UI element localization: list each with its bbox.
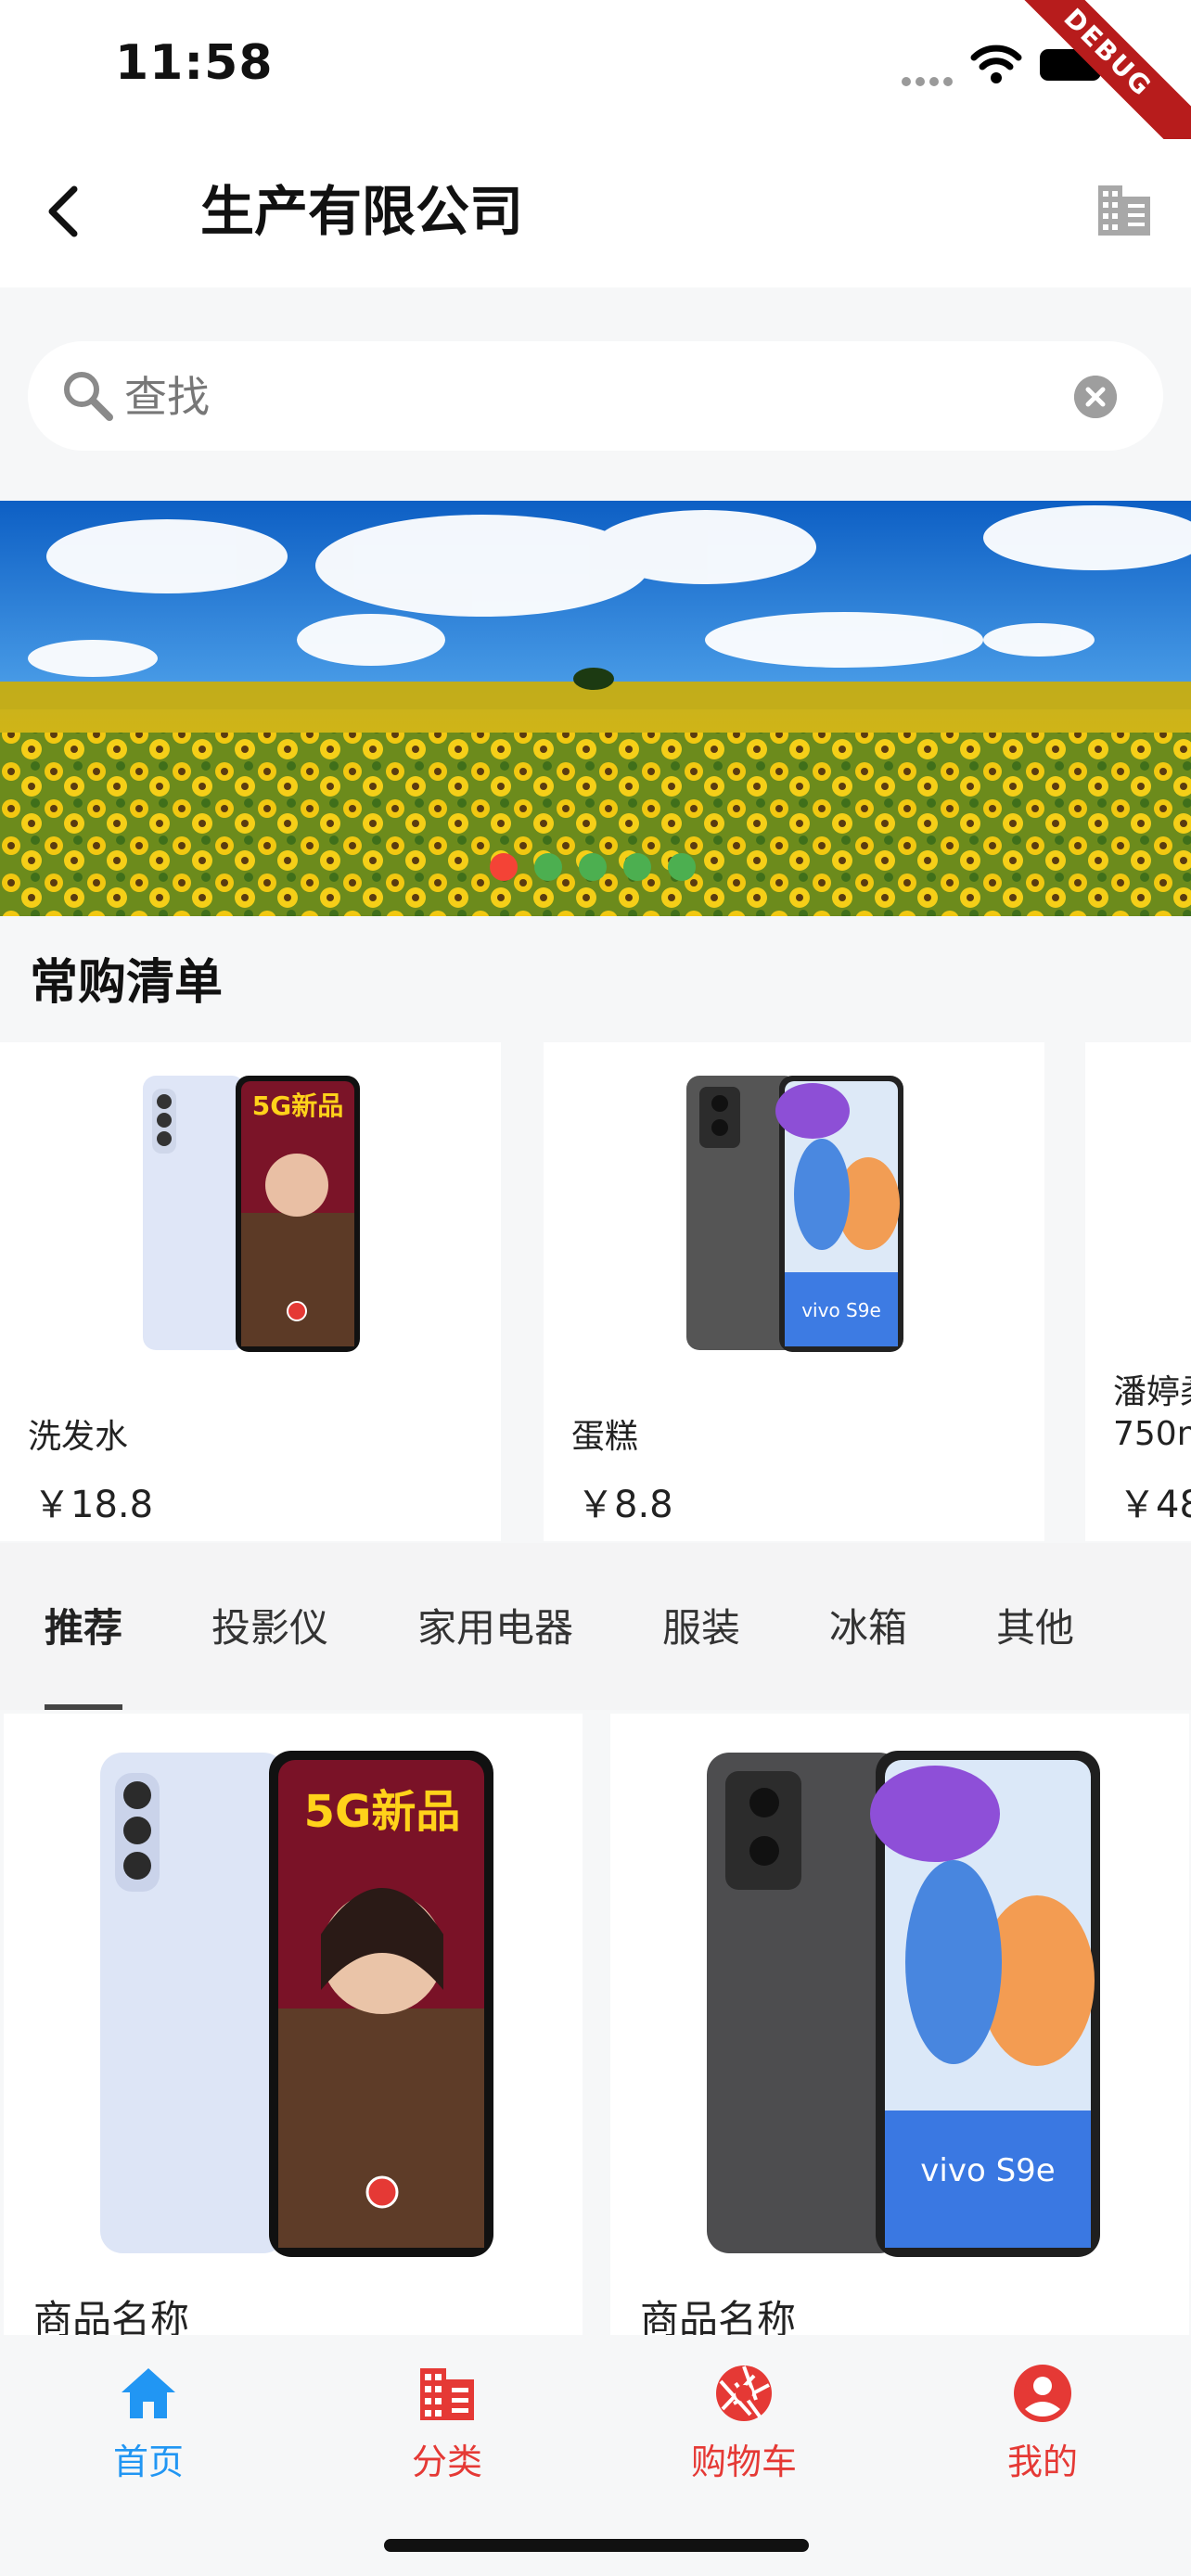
tab-fridge[interactable]: 冰箱 [829, 1597, 907, 1653]
tab-indicator [45, 1704, 122, 1710]
search-icon [64, 372, 113, 421]
product-price: ￥8.8 [577, 1484, 673, 1526]
page-title: 生产有限公司 [200, 180, 524, 243]
nav-label: 购物车 [690, 2442, 797, 2482]
carousel-dot[interactable] [668, 853, 696, 881]
product-price: ￥48 [1119, 1484, 1191, 1526]
nav-item-category[interactable]: 分类 [354, 2363, 540, 2484]
product-name: 洗发水 [28, 1418, 129, 1456]
frequent-list[interactable]: 5G新品 洗发水 ￥18.8 vivo S9e 蛋糕 ￥8.8 潘婷柔 750m… [0, 1042, 1191, 1541]
nav-item-profile[interactable]: 我的 [950, 2363, 1135, 2484]
nav-item-home[interactable]: 首页 [56, 2363, 241, 2484]
clear-icon[interactable] [1074, 376, 1117, 418]
wifi-icon [970, 45, 1022, 83]
product-card[interactable]: 5G新品 洗发水 ￥18.8 [0, 1042, 501, 1541]
home-indicator [384, 2539, 809, 2552]
status-bar: 11:58 DEBUG [0, 0, 1191, 167]
product-name: 商品名称 [33, 2297, 190, 2335]
nav-label: 首页 [112, 2442, 184, 2482]
product-name: 蛋糕 [571, 1418, 639, 1456]
section-title: 常购清单 [30, 955, 224, 1011]
building-icon [420, 2368, 474, 2420]
nav-item-cart[interactable]: 购物车 [651, 2363, 837, 2484]
phone-image: vivo S9e [686, 1076, 903, 1352]
carousel-indicator [490, 853, 712, 881]
tab-appliances[interactable]: 家用电器 [417, 1597, 573, 1653]
tab-clothing[interactable]: 服装 [662, 1597, 740, 1653]
product-card[interactable]: 潘婷柔 750m ￥48 [1085, 1042, 1191, 1541]
product-price: ￥18.8 [33, 1484, 154, 1526]
search-bar[interactable] [28, 341, 1163, 451]
chevron-left-icon[interactable] [37, 176, 89, 247]
carousel-dot[interactable] [623, 853, 651, 881]
product-card[interactable]: vivo S9e 商品名称 [610, 1714, 1189, 2335]
building-icon[interactable] [1095, 180, 1154, 239]
tab-other[interactable]: 其他 [996, 1597, 1074, 1653]
svg-text:vivo S9e: vivo S9e [920, 2152, 1055, 2189]
carousel-dot[interactable] [490, 853, 518, 881]
search-input[interactable] [122, 363, 1054, 430]
category-tabs: 推荐 投影仪 家用电器 服装 冰箱 其他 [0, 1543, 1191, 1710]
product-grid: 5G新品 商品名称 vivo S9e 商品名称 [0, 1714, 1191, 2335]
status-time: 11:58 [115, 35, 274, 91]
svg-text:5G新品: 5G新品 [304, 1786, 461, 1838]
banner-carousel[interactable] [0, 501, 1191, 916]
product-name: 潘婷柔 [1113, 1373, 1191, 1411]
product-name: 商品名称 [640, 2297, 797, 2335]
nav-label: 我的 [1006, 2442, 1078, 2482]
phone-image: vivo S9e [707, 1751, 1100, 2257]
home-icon [122, 2368, 175, 2418]
carousel-dot[interactable] [534, 853, 562, 881]
nav-label: 分类 [411, 2442, 482, 2482]
svg-text:5G新品: 5G新品 [252, 1090, 343, 1121]
svg-text:vivo S9e: vivo S9e [801, 1299, 881, 1321]
cellular-signal-icon [902, 72, 957, 86]
tab-projector[interactable]: 投影仪 [211, 1597, 328, 1653]
tab-recommend[interactable]: 推荐 [45, 1597, 122, 1653]
product-card[interactable]: 5G新品 商品名称 [4, 1714, 583, 2335]
phone-image: 5G新品 [100, 1751, 493, 2257]
carousel-dot[interactable] [579, 853, 607, 881]
phone-image: 5G新品 [143, 1076, 360, 1352]
camera-shutter-icon [716, 2366, 772, 2421]
app-bar: 生产有限公司 [0, 139, 1191, 287]
account-icon [1014, 2365, 1071, 2422]
product-card[interactable]: vivo S9e 蛋糕 ￥8.8 [544, 1042, 1044, 1541]
product-name-line2: 750m [1113, 1415, 1191, 1453]
